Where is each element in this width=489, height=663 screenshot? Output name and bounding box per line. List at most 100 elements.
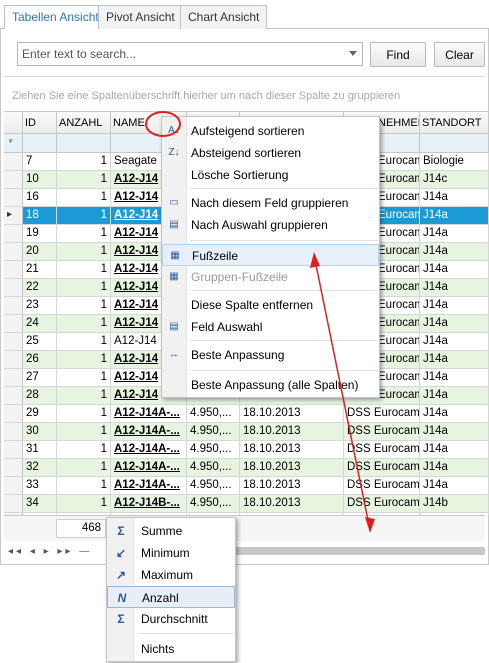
cell-anzahl[interactable]: 1	[57, 279, 111, 297]
filter-cell[interactable]	[23, 134, 57, 153]
row-indicator[interactable]	[4, 441, 23, 459]
cell-std[interactable]: J14c	[420, 171, 489, 189]
menu-item-absteigend-sortieren[interactable]: Z↓ Absteigend sortieren	[162, 142, 379, 164]
cell-c5[interactable]: 18.10.2013	[240, 423, 344, 441]
group-panel-hint[interactable]: Ziehen Sie eine Spaltenüberschrift hierh…	[12, 90, 400, 102]
cell-id[interactable]: 31	[23, 441, 57, 459]
cell-std[interactable]: J14b	[420, 495, 489, 513]
cell-id[interactable]: 27	[23, 369, 57, 387]
cell-id[interactable]: 33	[23, 477, 57, 495]
cell-anzahl[interactable]: 1	[57, 477, 111, 495]
cell-name[interactable]: A12-J14A-...	[111, 423, 187, 441]
menu-item-fußzeile[interactable]: ▦ Fußzeile	[162, 244, 379, 266]
cell-id[interactable]: 19	[23, 225, 57, 243]
row-indicator[interactable]	[4, 243, 23, 261]
cell-unt[interactable]: DSS Eurocampus	[344, 495, 420, 513]
cell-std[interactable]: J14a	[420, 207, 489, 225]
cell-anzahl[interactable]: 1	[57, 171, 111, 189]
table-row[interactable]: 34 1 A12-J14B-... 4.950,... 18.10.2013 DSS Eu…	[4, 495, 489, 513]
clear-button[interactable]: Clear	[434, 42, 485, 67]
cell-anzahl[interactable]: 1	[57, 423, 111, 441]
cell-id[interactable]: 22	[23, 279, 57, 297]
cell-anzahl[interactable]: 1	[57, 405, 111, 423]
tab-chart-ansicht[interactable]: Chart Ansicht	[180, 5, 268, 29]
column-header-anzahl[interactable]: ANZAHL	[57, 112, 111, 134]
cell-name[interactable]: A12-J14A-...	[111, 441, 187, 459]
find-button[interactable]: Find	[370, 42, 426, 67]
row-indicator[interactable]	[4, 477, 23, 495]
cell-std[interactable]: J14a	[420, 261, 489, 279]
cell-id[interactable]: 16	[23, 189, 57, 207]
cell-c5[interactable]: 18.10.2013	[240, 441, 344, 459]
cell-anzahl[interactable]: 1	[57, 189, 111, 207]
cell-std[interactable]: Biologie	[420, 153, 489, 171]
cell-anzahl[interactable]: 1	[57, 297, 111, 315]
cell-id[interactable]: 28	[23, 387, 57, 405]
cell-std[interactable]: J14a	[420, 459, 489, 477]
cell-name[interactable]: A12-J14B-...	[111, 495, 187, 513]
cell-id[interactable]: 26	[23, 351, 57, 369]
menu-item-feld-auswahl[interactable]: ▤ Feld Auswahl	[162, 316, 379, 338]
table-row[interactable]: 32 1 A12-J14A-... 4.950,... 18.10.2013 DSS Eu…	[4, 459, 489, 477]
cell-std[interactable]: J14a	[420, 243, 489, 261]
cell-anzahl[interactable]: 1	[57, 153, 111, 171]
row-indicator[interactable]	[4, 297, 23, 315]
cell-std[interactable]: J14a	[420, 315, 489, 333]
cell-anzahl[interactable]: 1	[57, 441, 111, 459]
row-indicator[interactable]	[4, 459, 23, 477]
cell-anzahl[interactable]: 1	[57, 225, 111, 243]
menu-item-beste-anpassung[interactable]: ↔ Beste Anpassung	[162, 344, 379, 366]
summary-item-anzahl[interactable]: N Anzahl	[107, 586, 235, 608]
row-indicator[interactable]	[4, 351, 23, 369]
cell-anzahl[interactable]: 1	[57, 369, 111, 387]
summary-item-minimum[interactable]: ↙ Minimum	[107, 542, 235, 564]
row-indicator[interactable]	[4, 279, 23, 297]
cell-anzahl[interactable]: 1	[57, 459, 111, 477]
summary-item-durchschnitt[interactable]: Σ Durchschnitt	[107, 608, 235, 630]
table-row[interactable]: 33 1 A12-J14A-... 4.950,... 18.10.2013 DSS Eu…	[4, 477, 489, 495]
row-indicator[interactable]	[4, 261, 23, 279]
cell-anzahl[interactable]: 1	[57, 261, 111, 279]
tab-pivot-ansicht[interactable]: Pivot Ansicht	[98, 5, 183, 29]
summary-item-nichts[interactable]: Nichts	[107, 638, 235, 660]
cell-std[interactable]: J14a	[420, 477, 489, 495]
cell-id[interactable]: 30	[23, 423, 57, 441]
row-indicator[interactable]	[4, 189, 23, 207]
cell-c5[interactable]: 18.10.2013	[240, 477, 344, 495]
cell-id[interactable]: 32	[23, 459, 57, 477]
cell-std[interactable]: J14a	[420, 405, 489, 423]
cell-c5[interactable]: 18.10.2013	[240, 405, 344, 423]
cell-name[interactable]: A12-J14A-...	[111, 459, 187, 477]
row-indicator[interactable]	[4, 369, 23, 387]
cell-unt[interactable]: DSS Eurocampus	[344, 477, 420, 495]
row-indicator[interactable]	[4, 423, 23, 441]
table-row[interactable]: 30 1 A12-J14A-... 4.950,... 18.10.2013 DSS Eu…	[4, 423, 489, 441]
cell-c4[interactable]: 4.950,...	[187, 423, 240, 441]
cell-std[interactable]: J14a	[420, 333, 489, 351]
menu-item-gruppen-fußzeile[interactable]: ▦ Gruppen-Fußzeile	[162, 266, 379, 288]
row-indicator[interactable]	[4, 315, 23, 333]
row-indicator[interactable]	[4, 405, 23, 423]
menu-item-beste-anpassung-alle-spalten[interactable]: Beste Anpassung (alle Spalten)	[162, 374, 379, 396]
cell-id[interactable]: 18	[23, 207, 57, 225]
row-indicator[interactable]	[4, 171, 23, 189]
cell-name[interactable]: A12-J14A-...	[111, 405, 187, 423]
cell-std[interactable]: J14a	[420, 279, 489, 297]
cell-anzahl[interactable]: 1	[57, 207, 111, 225]
cell-c5[interactable]: 18.10.2013	[240, 495, 344, 513]
cell-c4[interactable]: 4.950,...	[187, 405, 240, 423]
row-indicator[interactable]	[4, 153, 23, 171]
cell-id[interactable]: 10	[23, 171, 57, 189]
row-indicator[interactable]	[4, 333, 23, 351]
cell-unt[interactable]: DSS Eurocampus	[344, 459, 420, 477]
menu-item-nach-diesem-feld-gruppieren[interactable]: ▭ Nach diesem Feld gruppieren	[162, 192, 379, 214]
column-header-id[interactable]: ID	[23, 112, 57, 134]
table-row[interactable]: 29 1 A12-J14A-... 4.950,... 18.10.2013 DSS Eu…	[4, 405, 489, 423]
cell-id[interactable]: 23	[23, 297, 57, 315]
cell-id[interactable]: 29	[23, 405, 57, 423]
cell-unt[interactable]: DSS Eurocampus	[344, 441, 420, 459]
cell-anzahl[interactable]: 1	[57, 315, 111, 333]
cell-c4[interactable]: 4.950,...	[187, 495, 240, 513]
tab-tabellen-ansicht[interactable]: Tabellen Ansicht	[4, 5, 107, 30]
cell-std[interactable]: J14a	[420, 351, 489, 369]
